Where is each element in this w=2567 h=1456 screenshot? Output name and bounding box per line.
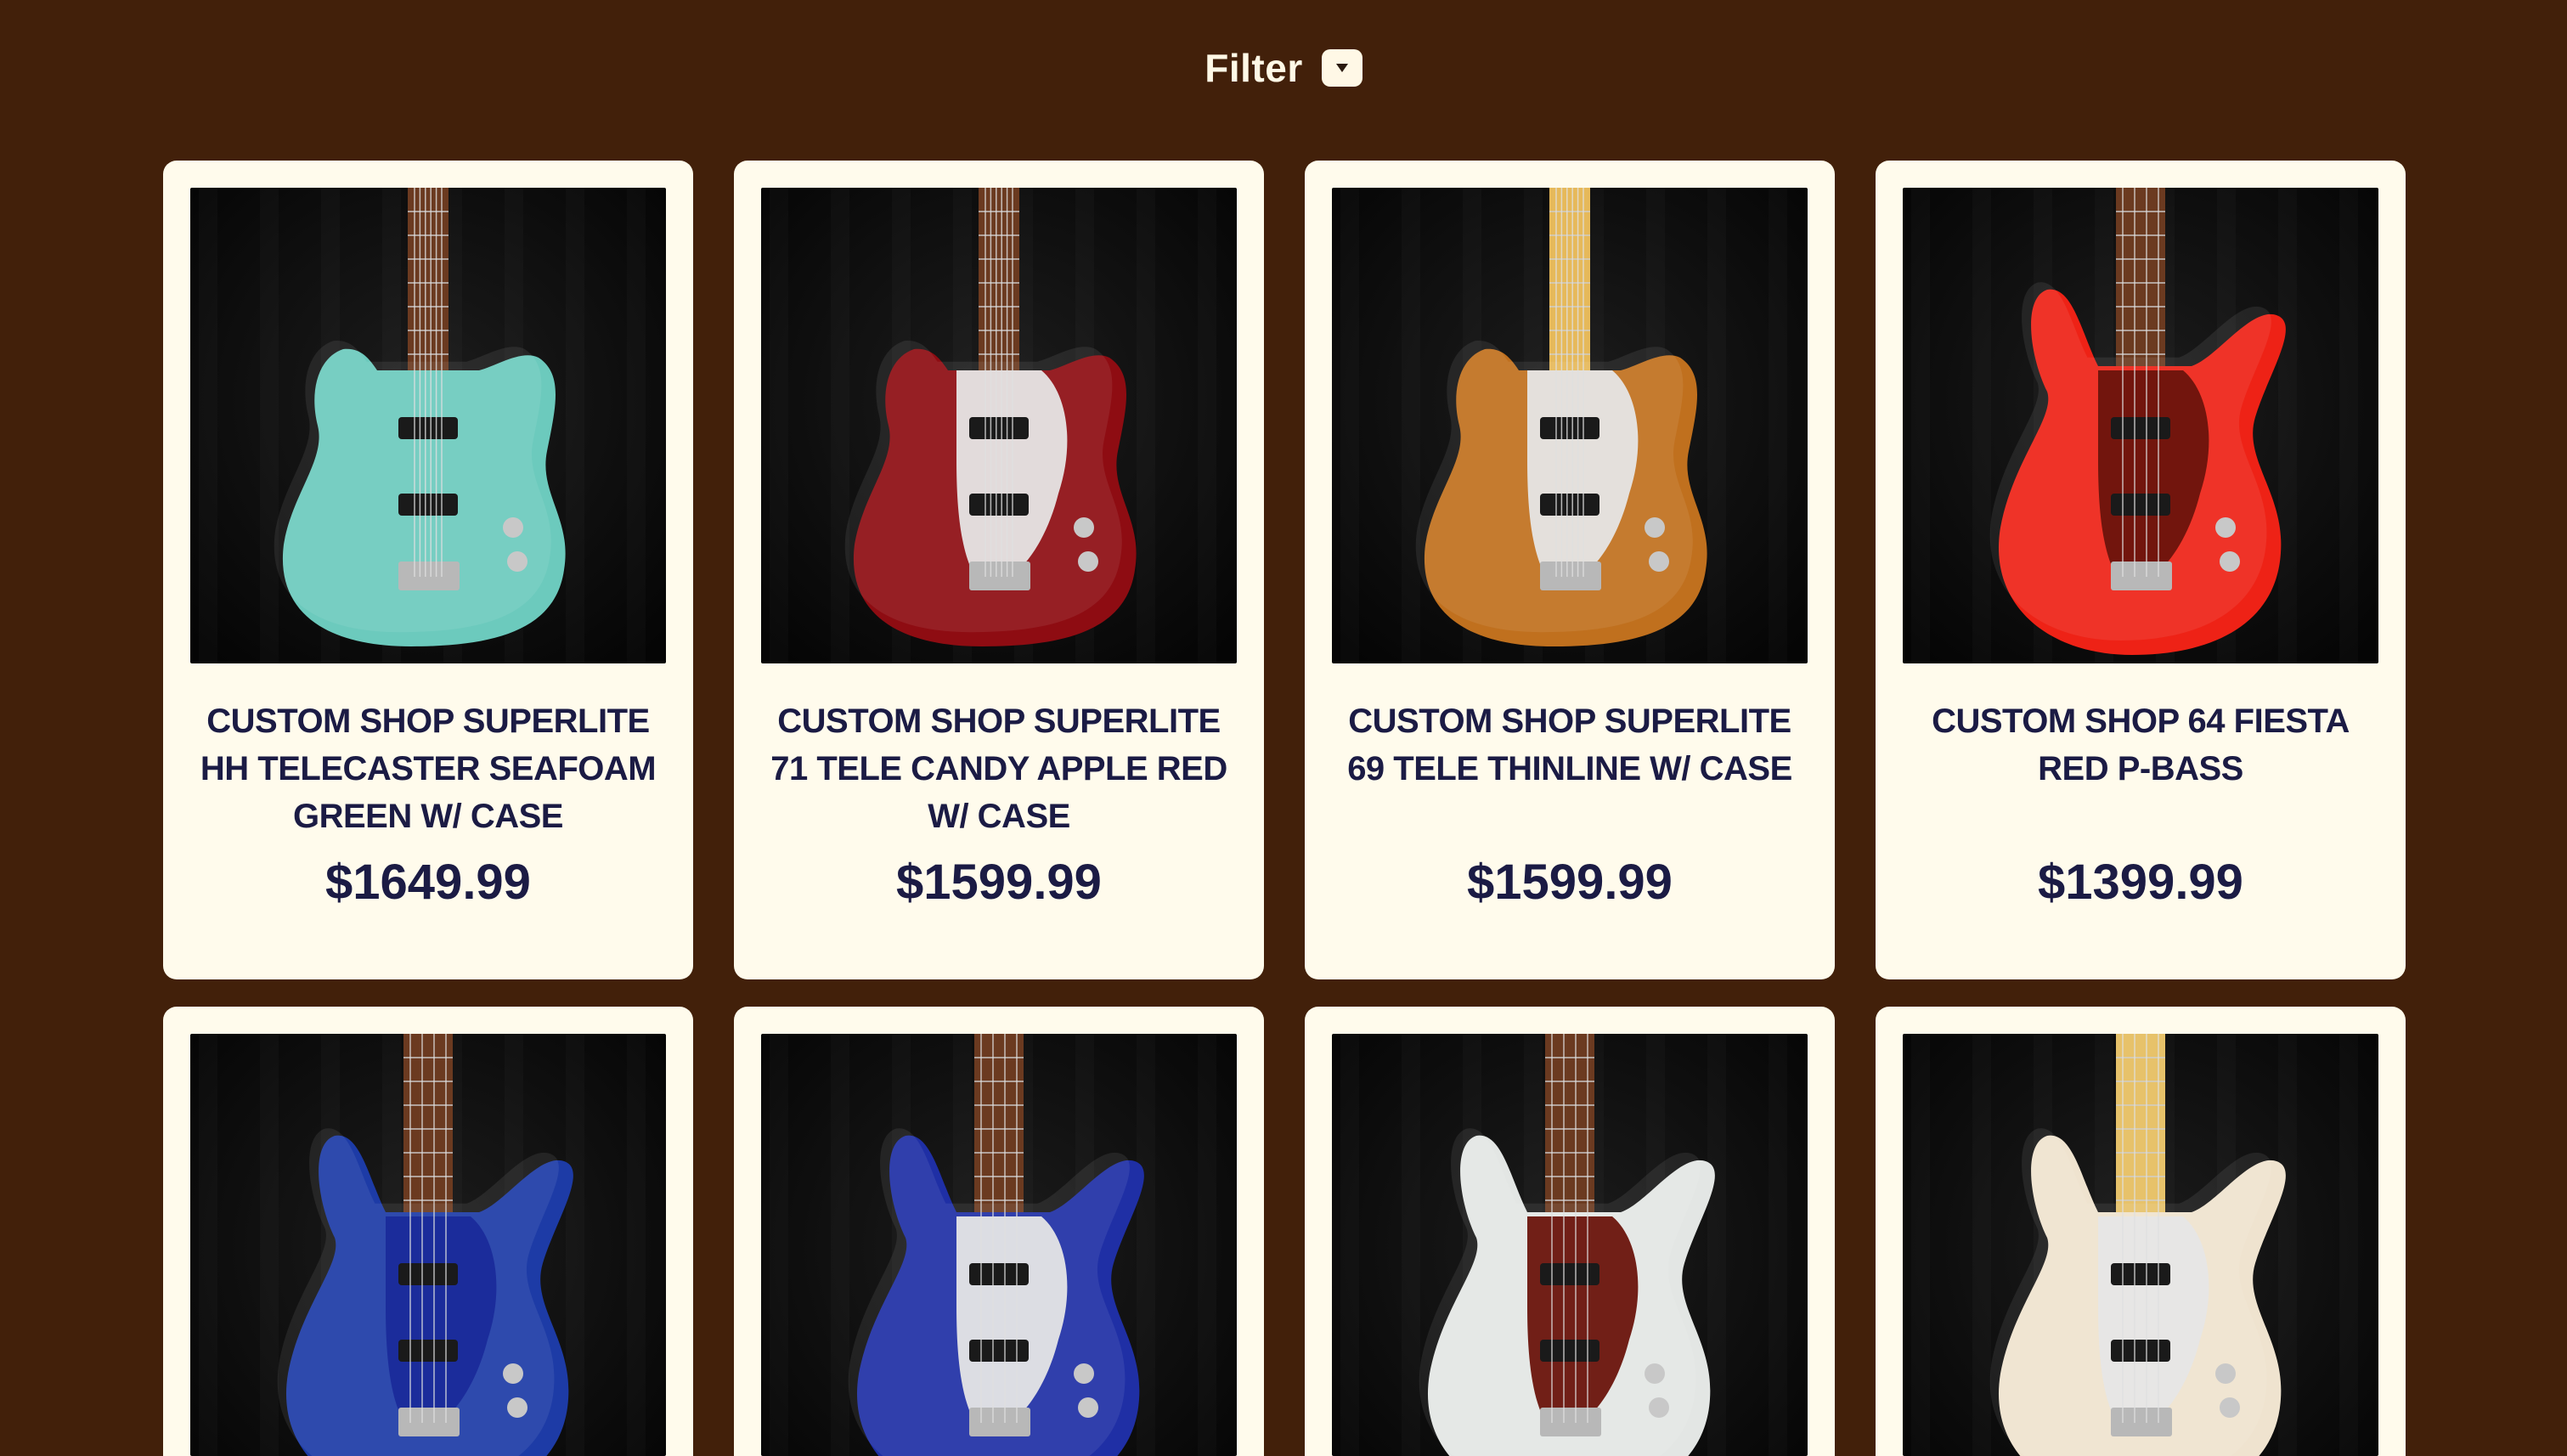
product-image[interactable]: [190, 1034, 666, 1456]
guitar-illustration: [761, 188, 1237, 663]
product-image[interactable]: [1332, 1034, 1808, 1456]
product-image[interactable]: [761, 188, 1237, 663]
product-price: $1399.99: [2038, 855, 2243, 910]
product-title[interactable]: CUSTOM SHOP SUPERLITE 69 TELE THINLINE W…: [1339, 697, 1801, 793]
product-image[interactable]: [761, 1034, 1237, 1456]
product-title[interactable]: CUSTOM SHOP SUPERLITE HH TELECASTER SEAF…: [197, 697, 659, 840]
product-title[interactable]: CUSTOM SHOP SUPERLITE 71 TELE CANDY APPL…: [768, 697, 1230, 840]
product-image[interactable]: [1903, 188, 2378, 663]
guitar-illustration: [190, 188, 666, 663]
product-card[interactable]: [734, 1007, 1264, 1456]
product-image[interactable]: [190, 188, 666, 663]
guitar-illustration: [1903, 1034, 2378, 1456]
filter-label[interactable]: Filter: [1205, 45, 1302, 91]
product-card[interactable]: [1876, 1007, 2406, 1456]
product-image[interactable]: [1332, 188, 1808, 663]
product-title[interactable]: CUSTOM SHOP 64 FIESTA RED P-BASS: [1910, 697, 2372, 793]
product-price: $1649.99: [325, 855, 531, 910]
chevron-down-icon: [1335, 64, 1348, 72]
product-card[interactable]: CUSTOM SHOP 64 FIESTA RED P-BASS $1399.9…: [1876, 161, 2406, 979]
product-price: $1599.99: [896, 855, 1102, 910]
product-card[interactable]: CUSTOM SHOP SUPERLITE 71 TELE CANDY APPL…: [734, 161, 1264, 979]
guitar-illustration: [1332, 1034, 1808, 1456]
filter-dropdown-button[interactable]: [1321, 49, 1362, 87]
product-card[interactable]: [163, 1007, 693, 1456]
product-card[interactable]: CUSTOM SHOP SUPERLITE 69 TELE THINLINE W…: [1305, 161, 1835, 979]
product-image[interactable]: [1903, 1034, 2378, 1456]
filter-bar: Filter: [0, 41, 2567, 95]
product-price: $1599.99: [1467, 855, 1673, 910]
guitar-illustration: [1332, 188, 1808, 663]
guitar-illustration: [1903, 188, 2378, 663]
product-card[interactable]: [1305, 1007, 1835, 1456]
product-card[interactable]: CUSTOM SHOP SUPERLITE HH TELECASTER SEAF…: [163, 161, 693, 979]
guitar-illustration: [761, 1034, 1237, 1456]
guitar-illustration: [190, 1034, 666, 1456]
product-listing-page: Filter CUSTOM SHOP SUPERLITE HH TELECAST…: [0, 0, 2567, 1456]
